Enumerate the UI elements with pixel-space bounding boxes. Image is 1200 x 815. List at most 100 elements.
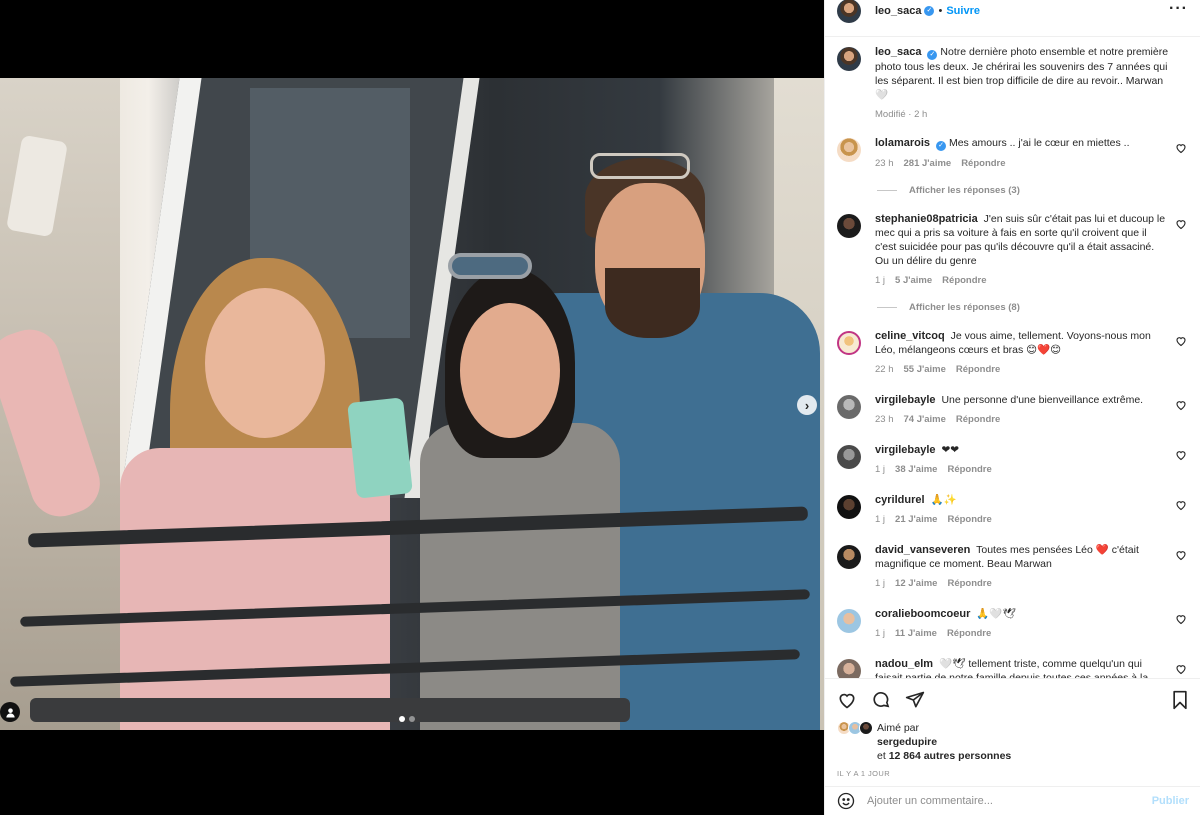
carousel-next-button[interactable]: ›	[797, 395, 817, 415]
view-replies-button[interactable]: Afficher les réponses (3)	[877, 185, 1189, 196]
photo-sunglasses	[590, 153, 690, 179]
photo-person-left	[120, 448, 390, 730]
comment-likes[interactable]: 21 J'aime	[895, 513, 937, 527]
commenter-avatar[interactable]	[837, 545, 861, 569]
comment-reply-button[interactable]: Répondre	[956, 413, 1000, 427]
comment-reply-button[interactable]: Répondre	[947, 513, 991, 527]
heart-icon[interactable]	[1175, 449, 1187, 461]
comment-body: stephanie08patricia J'en suis sûr c'étai…	[875, 212, 1169, 288]
caption-body: leo_saca ✓ Notre dernière photo ensemble …	[875, 45, 1169, 122]
comment-likes[interactable]: 5 J'aime	[895, 274, 932, 288]
comment-likes[interactable]: 281 J'aime	[904, 157, 952, 171]
comment-item: virgilebayle Une personne d'une bienveil…	[837, 393, 1189, 427]
view-replies-button[interactable]: Afficher les réponses (8)	[877, 302, 1189, 313]
commenter-avatar[interactable]	[837, 214, 861, 238]
comment-body: david_vanseveren Toutes mes pensées Léo …	[875, 543, 1169, 591]
comment-username[interactable]: nadou_elm	[875, 658, 933, 670]
comment-likes[interactable]: 12 J'aime	[895, 577, 937, 591]
comment-username[interactable]: david_vanseveren	[875, 544, 970, 556]
heart-icon[interactable]	[1175, 549, 1187, 561]
commenter-avatar[interactable]	[837, 331, 861, 355]
user-tag-button[interactable]	[0, 702, 20, 722]
comment-username[interactable]: virgilebayle	[875, 394, 936, 406]
comment-meta: 1 j 11 J'aime Répondre	[875, 627, 1169, 641]
comment-meta: 1 j 21 J'aime Répondre	[875, 513, 1169, 527]
caption-username[interactable]: leo_saca	[875, 46, 921, 58]
photo-person-middle	[420, 423, 620, 730]
emoji-icon[interactable]	[837, 792, 855, 810]
post-media[interactable]: ›	[0, 0, 824, 815]
bookmark-icon[interactable]	[1171, 690, 1189, 710]
more-options-icon[interactable]: ···	[1169, 1, 1188, 17]
heart-icon[interactable]	[1175, 663, 1187, 675]
commenter-avatar[interactable]	[837, 138, 861, 162]
comment-username[interactable]: cyrildurel	[875, 494, 925, 506]
comment-likes[interactable]: 11 J'aime	[895, 627, 937, 641]
comment-reply-button[interactable]: Répondre	[956, 363, 1000, 377]
user-tag-icon	[5, 707, 15, 718]
heart-icon[interactable]	[837, 690, 857, 710]
comment-text: Une personne d'une bienveillance extrême…	[941, 394, 1144, 406]
comment-username[interactable]: virgilebayle	[875, 444, 936, 456]
likes-first-user[interactable]: sergedupire	[877, 736, 937, 748]
post-time[interactable]: IL Y A 1 JOUR	[837, 769, 1189, 778]
heart-icon[interactable]	[1175, 499, 1187, 511]
comment-likes[interactable]: 38 J'aime	[895, 463, 937, 477]
photo-beard	[605, 268, 700, 338]
commenter-avatar[interactable]	[837, 445, 861, 469]
comment-reply-button[interactable]: Répondre	[947, 577, 991, 591]
comment-meta: 1 j 38 J'aime Répondre	[875, 463, 1169, 477]
comment-icon[interactable]	[871, 690, 891, 710]
commenter-avatar[interactable]	[837, 495, 861, 519]
author-avatar[interactable]	[837, 47, 861, 71]
comment-username[interactable]: coralieboomcoeur	[875, 608, 970, 620]
comment-username[interactable]: celine_vitcoq	[875, 330, 945, 342]
post-caption: leo_saca ✓ Notre dernière photo ensemble …	[837, 45, 1189, 122]
comment-body: coralieboomcoeur 🙏🤍🕊 1 j 11 J'aime Répon…	[875, 607, 1169, 641]
likes-others[interactable]: 12 864 autres personnes	[889, 750, 1012, 762]
comment-reply-button[interactable]: Répondre	[942, 274, 986, 288]
likes-and: et	[877, 750, 886, 762]
comment-username[interactable]: stephanie08patricia	[875, 213, 978, 225]
commenter-avatar[interactable]	[837, 609, 861, 633]
share-icon[interactable]	[905, 690, 925, 710]
author-username[interactable]: leo_saca	[875, 5, 921, 17]
comment-meta: 23 h 281 J'aime Répondre	[875, 157, 1169, 171]
comment-item: coralieboomcoeur 🙏🤍🕊 1 j 11 J'aime Répon…	[837, 607, 1189, 641]
comment-reply-button[interactable]: Répondre	[947, 463, 991, 477]
liker-avatars	[837, 721, 877, 737]
heart-icon[interactable]	[1175, 399, 1187, 411]
heart-icon[interactable]	[1175, 218, 1187, 230]
heart-icon[interactable]	[1175, 335, 1187, 347]
comment-reply-button[interactable]: Répondre	[947, 627, 991, 641]
post-photo[interactable]	[0, 78, 824, 730]
comment-item: david_vanseveren Toutes mes pensées Léo …	[837, 543, 1189, 591]
comment-reply-button[interactable]: Répondre	[961, 157, 1005, 171]
comment-body: virgilebayle Une personne d'une bienveil…	[875, 393, 1169, 427]
commenter-avatar[interactable]	[837, 659, 861, 678]
comment-body: lolamarois ✓ Mes amours .. j'ai le cœur e…	[875, 136, 1169, 171]
comments-list[interactable]: leo_saca ✓ Notre dernière photo ensemble …	[825, 36, 1200, 678]
publish-button[interactable]: Publier	[1152, 795, 1189, 807]
comment-body: nadou_elm 🤍🕊 tellement triste, comme que…	[875, 657, 1169, 678]
comment-likes[interactable]: 55 J'aime	[904, 363, 946, 377]
heart-icon[interactable]	[1175, 142, 1187, 154]
photo-sunglasses	[448, 253, 532, 279]
comment-username[interactable]: lolamarois	[875, 137, 930, 149]
comment-likes[interactable]: 74 J'aime	[904, 413, 946, 427]
comment-input[interactable]	[867, 795, 1152, 807]
comment-text: 🙏🤍🕊	[976, 608, 1016, 620]
photo-phone	[347, 397, 413, 499]
comment-time: 1 j	[875, 464, 886, 475]
comment-item: celine_vitcoq Je vous aime, tellement. V…	[837, 329, 1189, 377]
comment-time: 23 h	[875, 414, 894, 425]
follow-button[interactable]: Suivre	[946, 5, 980, 17]
heart-icon[interactable]	[1175, 613, 1187, 625]
photo-face	[460, 303, 560, 438]
likes-summary: Aimé par sergedupire et 12 864 autres pe…	[837, 721, 1189, 763]
comment-time: 1 j	[875, 514, 886, 525]
replies-line	[877, 190, 897, 191]
commenter-avatar[interactable]	[837, 395, 861, 419]
action-icons	[837, 689, 1189, 711]
author-avatar[interactable]	[837, 0, 861, 23]
